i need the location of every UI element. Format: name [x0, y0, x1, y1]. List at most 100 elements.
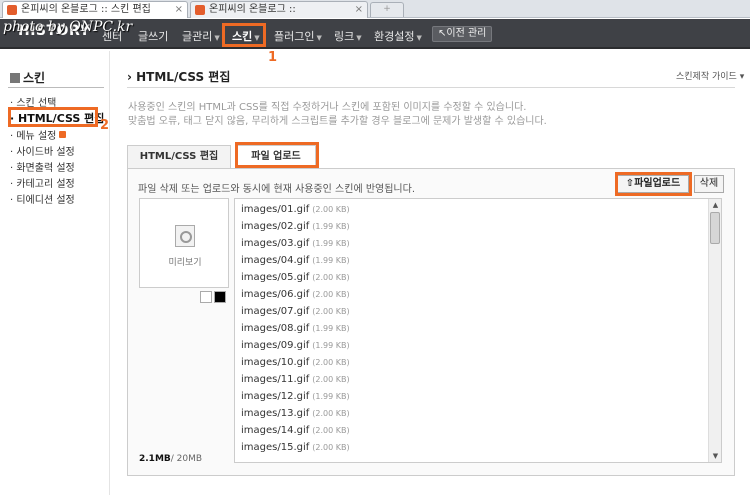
list-item[interactable]: images/03.gif (1.99 KB) [241, 238, 350, 249]
new-badge-icon [59, 131, 67, 138]
menu-write[interactable]: 글쓰기 [138, 28, 168, 44]
file-size: (2.00 KB) [312, 426, 350, 435]
file-size: (1.99 KB) [312, 239, 350, 248]
file-name: images/12.gif [241, 391, 310, 402]
file-size: (2.00 KB) [312, 290, 350, 299]
file-name: images/01.gif [241, 204, 310, 215]
menu-label: 글관리 [182, 30, 213, 43]
title-divider [127, 87, 735, 88]
preview-label: 미리보기 [168, 258, 202, 268]
list-item[interactable]: images/06.gif (2.00 KB) [241, 289, 350, 300]
scroll-up-icon[interactable]: ▲ [709, 199, 722, 211]
browser-tab-label: 온피씨의 온블로그 :: [209, 4, 296, 15]
storage-total: / 20MB [170, 454, 203, 464]
panel-note: 파일 삭제 또는 업로드와 동시에 현재 사용중인 스킨에 반영됩니다. [138, 184, 416, 195]
file-size: (2.00 KB) [312, 205, 350, 214]
annotation-box-3 [235, 142, 319, 168]
storage-used: 2.1MB [139, 454, 171, 464]
file-size: (1.99 KB) [312, 392, 350, 401]
blog-favicon-icon [7, 5, 17, 15]
browser-tab-strip: 온피씨의 온블로그 :: 스킨 편집 × 온피씨의 온블로그 :: × + [0, 0, 750, 18]
menu-label: 플러그인 [274, 30, 315, 43]
chevron-down-icon: ▼ [316, 34, 322, 42]
storage-usage: 2.1MB/ 20MB [139, 454, 202, 464]
watermark-text: photo by ONPC.kr [3, 19, 133, 35]
blog-favicon-icon [195, 5, 205, 15]
menu-plugin[interactable]: 플러그인 ▼ [274, 28, 322, 44]
sidebar-item-display-settings[interactable]: · 화면출력 설정 [10, 159, 75, 174]
file-list[interactable]: images/01.gif (2.00 KB) images/02.gif (1.9… [234, 198, 722, 463]
list-item[interactable]: images/09.gif (1.99 KB) [241, 340, 350, 351]
annotation-box-1 [222, 23, 266, 47]
file-size: (2.00 KB) [312, 307, 350, 316]
chevron-down-icon: ▼ [356, 34, 362, 42]
list-item[interactable]: images/05.gif (2.00 KB) [241, 272, 350, 283]
sidebar-title: 스킨 [10, 69, 45, 86]
file-name: images/10.gif [241, 357, 310, 368]
tab-html-css[interactable]: HTML/CSS 편집 [127, 145, 231, 168]
menu-label: 환경설정 [374, 30, 415, 43]
list-item[interactable]: images/07.gif (2.00 KB) [241, 306, 350, 317]
file-size: (2.00 KB) [312, 375, 350, 384]
file-size: (1.99 KB) [312, 341, 350, 350]
page-title: › HTML/CSS 편집 [127, 70, 231, 84]
prev-manage-label: 이전 관리 [446, 28, 487, 39]
browser-tab-blog[interactable]: 온피씨의 온블로그 :: × [190, 1, 368, 18]
file-name: images/09.gif [241, 340, 310, 351]
list-item[interactable]: images/01.gif (2.00 KB) [241, 204, 350, 215]
annotation-number-1: 1 [268, 50, 278, 65]
annotation-number-2: 2 [100, 118, 110, 133]
browser-tab-label: 온피씨의 온블로그 :: 스킨 편집 [21, 4, 151, 15]
list-item[interactable]: images/15.gif (2.00 KB) [241, 442, 350, 453]
file-name: images/07.gif [241, 306, 310, 317]
file-list-scrollbar[interactable]: ▲ ▼ [708, 199, 721, 462]
menu-link[interactable]: 링크 ▼ [334, 28, 362, 44]
list-item[interactable]: images/13.gif (2.00 KB) [241, 408, 350, 419]
close-tab-icon[interactable]: × [355, 2, 363, 17]
tab-label: HTML/CSS 편집 [139, 151, 219, 162]
prev-manage-button[interactable]: ↖이전 관리 [432, 26, 493, 42]
sidebar-item-label: 티에디션 설정 [16, 195, 75, 206]
file-name: images/04.gif [241, 255, 310, 266]
sidebar-item-t-edition[interactable]: · 티에디션 설정 [10, 191, 75, 206]
file-size: (2.00 KB) [312, 409, 350, 418]
list-item[interactable]: images/02.gif (1.99 KB) [241, 221, 350, 232]
sidebar-item-menu[interactable]: · 메뉴 설정 [10, 127, 67, 142]
chevron-down-icon: ▼ [214, 34, 220, 42]
list-item[interactable]: images/08.gif (1.99 KB) [241, 323, 350, 334]
close-tab-icon[interactable]: × [175, 2, 183, 17]
list-item[interactable]: images/12.gif (1.99 KB) [241, 391, 350, 402]
black-background-swatch[interactable] [214, 291, 226, 303]
file-name: images/05.gif [241, 272, 310, 283]
list-item[interactable]: images/04.gif (1.99 KB) [241, 255, 350, 266]
sidebar-item-label: 카테고리 설정 [16, 179, 75, 190]
annotation-box-2 [8, 107, 98, 127]
scroll-down-icon[interactable]: ▼ [709, 450, 722, 462]
sidebar-item-label: 사이드바 설정 [16, 147, 75, 158]
list-item[interactable]: images/14.gif (2.00 KB) [241, 425, 350, 436]
sidebar-item-category-settings[interactable]: · 카테고리 설정 [10, 175, 75, 190]
magnifier-file-icon [175, 225, 195, 247]
annotation-box-4 [615, 172, 692, 196]
file-size: (2.00 KB) [312, 358, 350, 367]
file-name: images/11.gif [241, 374, 310, 385]
file-name: images/06.gif [241, 289, 310, 300]
menu-post-manage[interactable]: 글관리 ▼ [182, 28, 220, 44]
list-item[interactable]: images/10.gif (2.00 KB) [241, 357, 350, 368]
description-line-2: 맞춤법 오류, 태그 닫지 않음, 무리하게 스크립트를 추가할 경우 블로그에… [128, 116, 547, 127]
menu-settings[interactable]: 환경설정 ▼ [374, 28, 422, 44]
sidebar-item-label: 메뉴 설정 [16, 131, 57, 142]
white-background-swatch[interactable] [200, 291, 212, 303]
browser-tab-skin-edit[interactable]: 온피씨의 온블로그 :: 스킨 편집 × [2, 1, 188, 18]
skin-icon [10, 73, 20, 83]
new-tab-button[interactable]: + [370, 2, 404, 17]
delete-button[interactable]: 삭제 [694, 175, 724, 193]
scrollbar-thumb[interactable] [710, 212, 720, 244]
skin-guide-link[interactable]: 스킨제작 가이드 ▾ [676, 69, 744, 82]
file-name: images/03.gif [241, 238, 310, 249]
file-size: (1.99 KB) [312, 256, 350, 265]
file-size: (1.99 KB) [312, 324, 350, 333]
sidebar-item-sidebar-settings[interactable]: · 사이드바 설정 [10, 143, 75, 158]
description-line-1: 사용중인 스킨의 HTML과 CSS를 직접 수정하거나 스킨에 포함된 이미지… [128, 102, 527, 113]
list-item[interactable]: images/11.gif (2.00 KB) [241, 374, 350, 385]
